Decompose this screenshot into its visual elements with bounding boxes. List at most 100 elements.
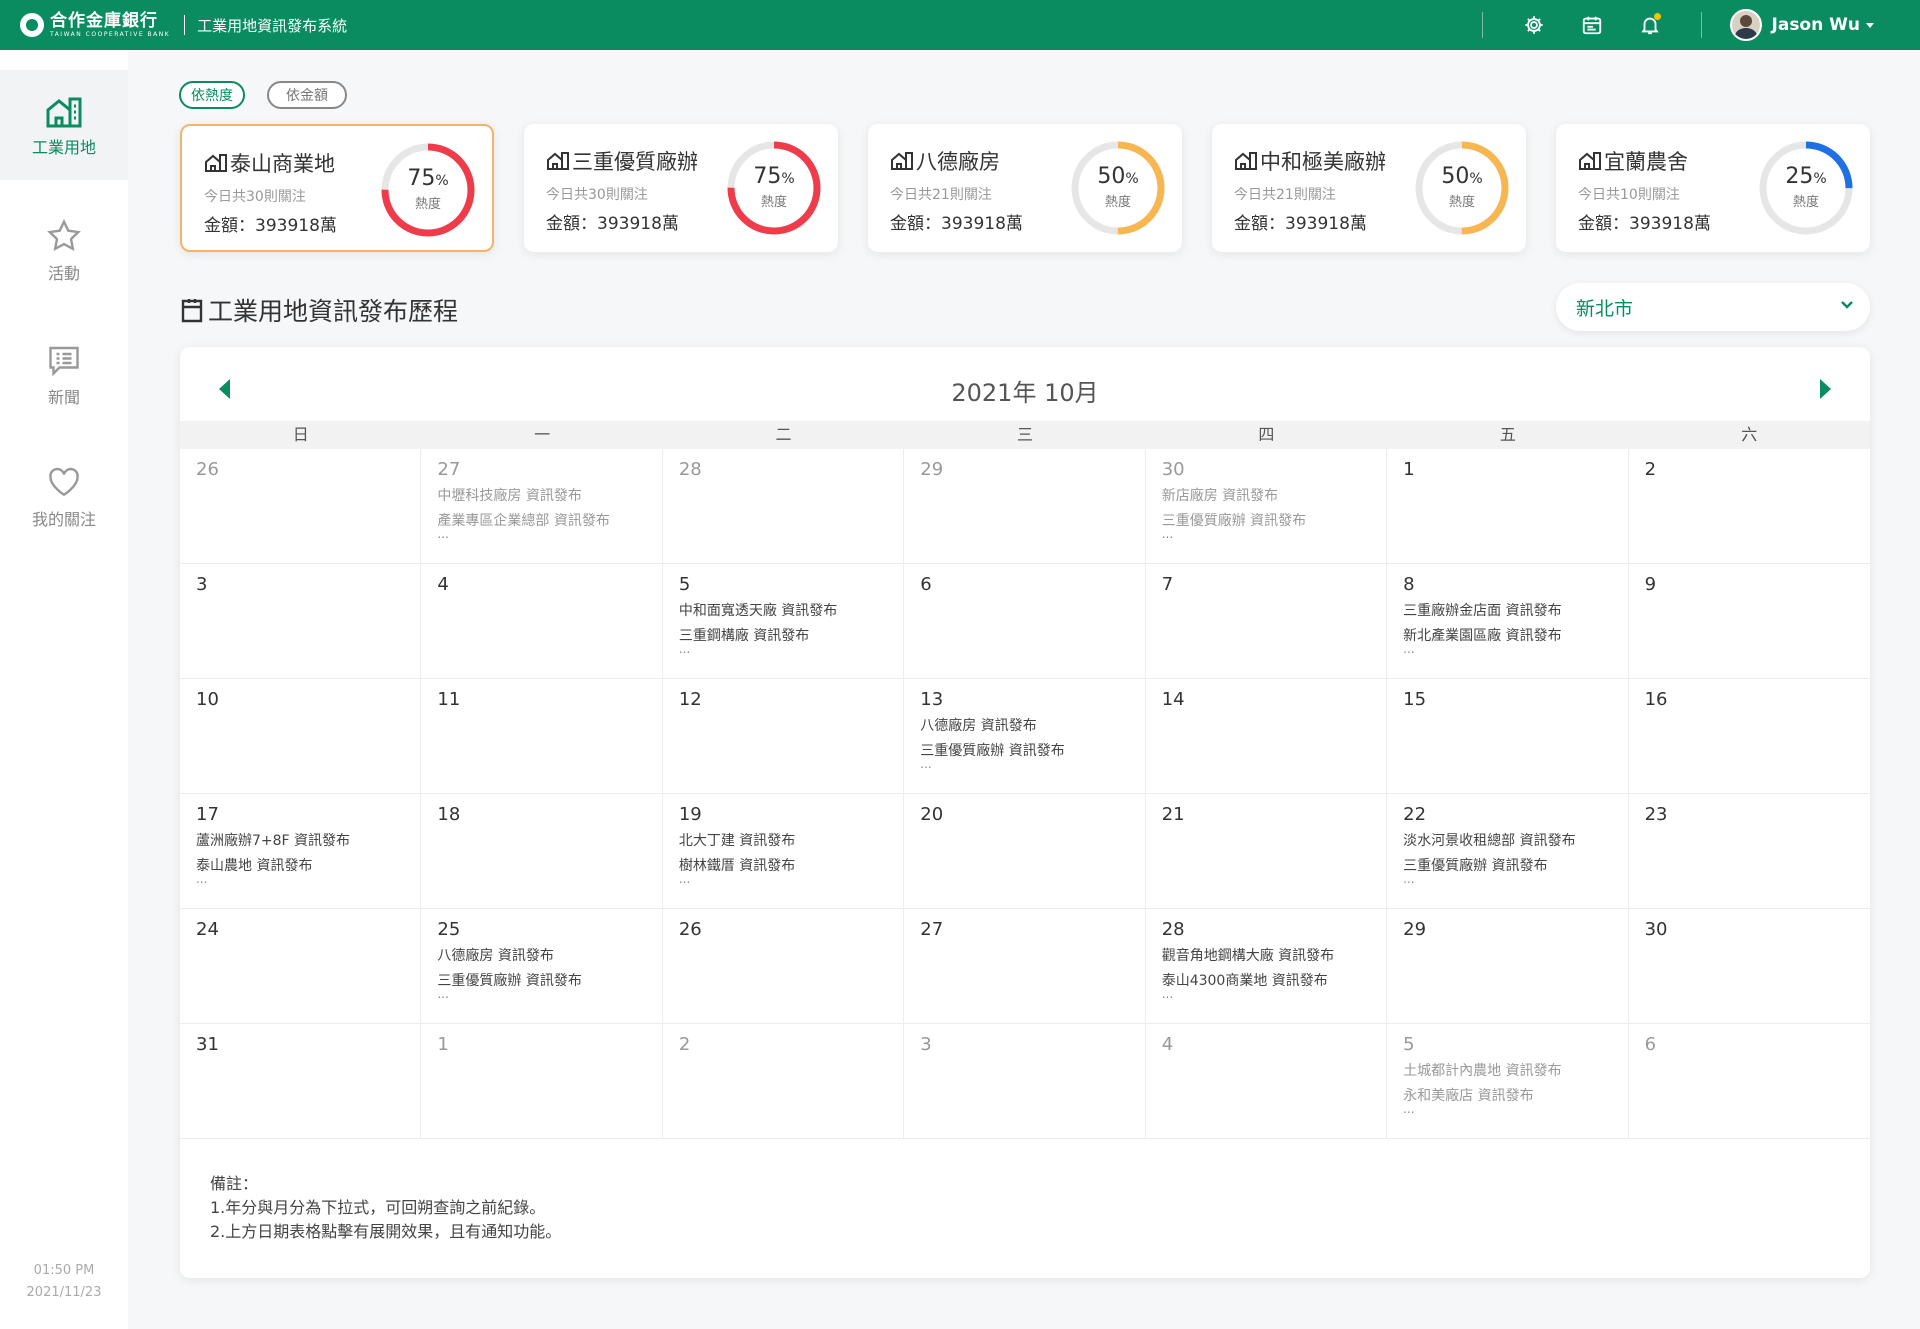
event-item[interactable]: 新店廠房 資訊發布 [1162,485,1386,505]
more-events[interactable]: ... [1162,988,1386,1000]
day-number: 5 [1403,1034,1415,1055]
more-events[interactable]: ... [1403,873,1627,885]
more-events[interactable]: ... [920,758,1144,770]
event-item[interactable]: 三重優質廠辦 資訊發布 [1162,510,1386,530]
event-item[interactable]: 三重優質廠辦 資訊發布 [1403,855,1627,875]
event-item[interactable]: 中壢科技廠房 資訊發布 [437,485,661,505]
calendar-day-cell[interactable]: 17 蘆洲廠辦7+8F 資訊發布 泰山農地 資訊發布... [180,794,422,909]
calendar-day-cell[interactable]: 16 [1628,679,1870,794]
calendar-month-title[interactable]: 2021年 10月 [180,373,1870,408]
day-number: 21 [1161,804,1185,825]
event-item[interactable]: 蘆洲廠辦7+8F 資訊發布 [196,830,420,850]
calendar-day-cell[interactable]: 23 [1628,794,1870,909]
calendar-day-cell[interactable]: 31 [180,1024,422,1139]
more-events[interactable]: ... [1403,1103,1627,1115]
calendar-day-cell[interactable]: 4 [1145,1024,1388,1139]
more-events[interactable]: ... [1403,643,1627,655]
more-events[interactable]: ... [437,528,661,540]
calendar-day-cell[interactable]: 3 [180,564,422,679]
event-item[interactable]: 新北產業園區廠 資訊發布 [1403,625,1627,645]
calendar-day-cell[interactable]: 30 新店廠房 資訊發布 三重優質廠辦 資訊發布... [1145,449,1388,564]
calendar-day-cell[interactable]: 24 [180,909,422,1024]
event-item[interactable]: 泰山農地 資訊發布 [196,855,420,875]
calendar-day-cell[interactable]: 1 [421,1024,663,1139]
calendar-day-cell[interactable]: 18 [421,794,663,909]
calendar-day-cell[interactable]: 8 三重廠辦金店面 資訊發布 新北產業園區廠 資訊發布... [1387,564,1629,679]
calendar-day-cell[interactable]: 5 中和面寬透天廠 資訊發布 三重鋼構廠 資訊發布... [662,564,905,679]
calendar-day-cell[interactable]: 2 [662,1024,905,1139]
calendar-day-cell[interactable]: 6 [904,564,1146,679]
event-item[interactable]: 觀音角地鋼構大廠 資訊發布 [1162,945,1386,965]
calendar-day-cell[interactable]: 3 [904,1024,1146,1139]
calendar-day-cell[interactable]: 26 [662,909,905,1024]
event-item[interactable]: 樹林鐵厝 資訊發布 [679,855,903,875]
property-card[interactable]: 三重優質廠辦 今日共30則關注 金額：393918萬 75% 熱度 [524,124,838,252]
event-item[interactable]: 北大丁建 資訊發布 [679,830,903,850]
property-card[interactable]: 中和極美廠辦 今日共21則關注 金額：393918萬 50% 熱度 [1212,124,1526,252]
calendar-day-cell[interactable]: 13 八德廠房 資訊發布 三重優質廠辦 資訊發布... [904,679,1146,794]
sidebar-item-news[interactable]: 新聞 [0,342,128,408]
calendar-day-cell[interactable]: 4 [421,564,663,679]
calendar-day-cell[interactable]: 28 [662,449,905,564]
card-title-text: 八德廠房 [916,150,1000,174]
settings-button[interactable] [1505,0,1563,50]
calendar-day-cell[interactable]: 25 八德廠房 資訊發布 三重優質廠辦 資訊發布... [421,909,663,1024]
user-menu[interactable]: Jason Wu [1729,9,1874,41]
calendar-day-cell[interactable]: 29 [904,449,1146,564]
event-item[interactable]: 三重優質廠辦 資訊發布 [437,970,661,990]
filter-by-heat[interactable]: 依熱度 [179,81,245,109]
event-item[interactable]: 淡水河景收租總部 資訊發布 [1403,830,1627,850]
filter-by-amount[interactable]: 依金額 [267,81,347,109]
card-subtitle: 今日共21則關注 [890,187,992,203]
calendar-day-cell[interactable]: 21 [1145,794,1388,909]
more-events[interactable]: ... [679,643,903,655]
more-events[interactable]: ... [1162,528,1386,540]
event-item[interactable]: 八德廠房 資訊發布 [920,715,1144,735]
calendar-day-cell[interactable]: 5 土城都計內農地 資訊發布 永和美廠店 資訊發布... [1387,1024,1629,1139]
event-item[interactable]: 三重優質廠辦 資訊發布 [920,740,1144,760]
event-item[interactable]: 產業專區企業總部 資訊發布 [437,510,661,530]
calendar-day-cell[interactable]: 28 觀音角地鋼構大廠 資訊發布 泰山4300商業地 資訊發布... [1145,909,1388,1024]
calendar-day-cell[interactable]: 20 [904,794,1146,909]
more-events[interactable]: ... [196,873,420,885]
weekday-label: 二 [775,425,792,444]
property-card[interactable]: 宜蘭農舍 今日共10則關注 金額：393918萬 25% 熱度 [1556,124,1870,252]
event-item[interactable]: 泰山4300商業地 資訊發布 [1162,970,1386,990]
calendar-day-cell[interactable]: 26 [180,449,422,564]
calendar-day-cell[interactable]: 29 [1387,909,1629,1024]
calendar-day-cell[interactable]: 14 [1145,679,1388,794]
event-item[interactable]: 三重鋼構廠 資訊發布 [679,625,903,645]
day-number: 24 [196,919,219,940]
calendar-day-cell[interactable]: 12 [662,679,905,794]
event-item[interactable]: 永和美廠店 資訊發布 [1403,1085,1627,1105]
calendar-day-cell[interactable]: 22 淡水河景收租總部 資訊發布 三重優質廠辦 資訊發布... [1387,794,1629,909]
calendar-day-cell[interactable]: 7 [1145,564,1388,679]
calendar-day-cell[interactable]: 11 [421,679,663,794]
notification-button[interactable] [1621,0,1679,50]
calendar-day-cell[interactable]: 1 [1387,449,1629,564]
calendar-day-cell[interactable]: 27 [904,909,1146,1024]
property-card[interactable]: 八德廠房 今日共21則關注 金額：393918萬 50% 熱度 [868,124,1182,252]
event-item[interactable]: 八德廠房 資訊發布 [437,945,661,965]
more-events[interactable]: ... [679,873,903,885]
calendar-day-cell[interactable]: 27 中壢科技廠房 資訊發布 產業專區企業總部 資訊發布... [421,449,663,564]
event-item[interactable]: 土城都計內農地 資訊發布 [1403,1060,1627,1080]
bank-logo[interactable]: 合作金庫銀行 TAIWAN COOPERATIVE BANK [20,12,170,38]
event-item[interactable]: 中和面寬透天廠 資訊發布 [679,600,903,620]
city-select[interactable]: 新北市 [1556,283,1870,331]
sidebar-item-events[interactable]: 活動 [0,218,128,284]
calendar-day-cell[interactable]: 6 [1628,1024,1870,1139]
more-events[interactable]: ... [437,988,661,1000]
calendar-day-cell[interactable]: 10 [180,679,422,794]
event-item[interactable]: 三重廠辦金店面 資訊發布 [1403,600,1627,620]
calendar-button[interactable] [1563,0,1621,50]
sidebar-item-my-watchlist[interactable]: 我的關注 [0,464,128,530]
calendar-day-cell[interactable]: 19 北大丁建 資訊發布 樹林鐵厝 資訊發布... [662,794,905,909]
property-card[interactable]: 泰山商業地 今日共30則關注 金額：393918萬 75% 熱度 [180,124,494,252]
calendar-day-cell[interactable]: 9 [1628,564,1870,679]
sidebar-item-industrial-land[interactable]: 工業用地 [0,70,128,180]
calendar-day-cell[interactable]: 2 [1628,449,1870,564]
next-month-arrow-icon[interactable] [1815,377,1835,401]
calendar-day-cell[interactable]: 30 [1628,909,1870,1024]
calendar-day-cell[interactable]: 15 [1387,679,1629,794]
